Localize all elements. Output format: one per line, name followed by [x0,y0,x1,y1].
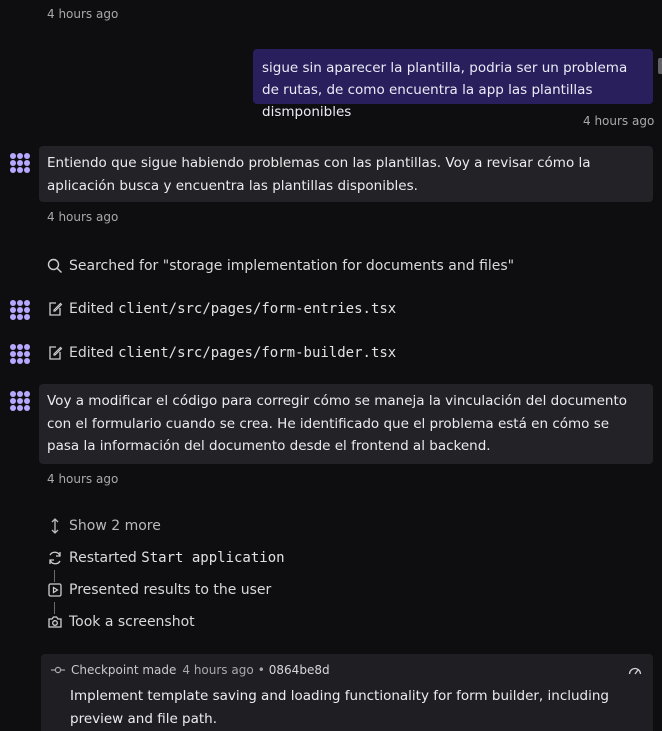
timeline-label: Took a screenshot [69,614,195,630]
camera-icon [47,614,63,630]
checkpoint-description: Implement template saving and loading fu… [70,688,609,727]
commit-icon [51,665,65,675]
search-action[interactable]: Searched for "storage implementation for… [47,258,514,274]
agent-message-timestamp: 4 hours ago [47,472,119,486]
agent-message: Entiendo que sigue habiendo problemas co… [39,146,653,202]
timeline-item-restart[interactable]: Restarted Start application [47,550,285,566]
restart-icon [47,550,63,566]
edit-file-icon [47,301,63,317]
edit-action[interactable]: Edited client/src/pages/form-entries.tsx [47,301,396,317]
agent-avatar-icon [10,344,30,364]
expand-vertical-icon [47,518,63,534]
message-timestamp: 4 hours ago [47,7,119,21]
workflow-name: Start application [141,550,285,566]
show-more-label: Show 2 more [69,518,161,534]
timeline-connector [54,602,55,614]
agent-message-timestamp: 4 hours ago [47,210,119,224]
present-icon [47,582,63,598]
timeline-connector [54,570,55,582]
user-message-text: sigue sin aparecer la plantilla, podria … [262,60,628,120]
timeline-item-presented[interactable]: Presented results to the user [47,582,271,598]
search-icon [47,258,63,274]
show-more-button[interactable]: Show 2 more [47,518,161,534]
agent-avatar-icon [10,300,30,320]
edit-action-label: Edited [69,345,114,361]
checkpoint-header: Checkpoint made 4 hours ago • 0864be8d [51,663,330,677]
scroll-indicator[interactable] [658,58,662,74]
chat-panel: 4 hours ago sigue sin aparecer la planti… [0,0,662,731]
edit-action[interactable]: Edited client/src/pages/form-builder.tsx [47,345,396,361]
user-message-timestamp: 4 hours ago [583,114,655,128]
edit-action-label: Edited [69,301,114,317]
user-message: sigue sin aparecer la plantilla, podria … [253,49,653,120]
edited-file-path[interactable]: client/src/pages/form-builder.tsx [118,345,396,361]
edited-file-path[interactable]: client/src/pages/form-entries.tsx [118,301,396,317]
checkpoint-time: 4 hours ago [182,663,254,677]
agent-message-text: Voy a modificar el código para corregir … [47,393,627,454]
timeline-label: Restarted [69,550,137,566]
checkpoint-commit-hash[interactable]: 0864be8d [269,663,330,677]
checkpoint-label: Checkpoint made [71,663,177,677]
checkpoint-card: Checkpoint made 4 hours ago • 0864be8d I… [41,654,653,731]
edit-file-icon [47,345,63,361]
rollback-gauge-icon[interactable] [627,663,643,679]
search-action-label: Searched for "storage implementation for… [69,258,515,274]
agent-message-text: Entiendo que sigue habiendo problemas co… [47,155,591,194]
timeline-item-screenshot[interactable]: Took a screenshot [47,614,195,630]
agent-avatar-icon [10,391,30,411]
timeline-label: Presented results to the user [69,582,272,598]
agent-message: Voy a modificar el código para corregir … [39,384,653,464]
agent-avatar-icon [10,153,30,173]
separator-dot: • [257,663,265,677]
